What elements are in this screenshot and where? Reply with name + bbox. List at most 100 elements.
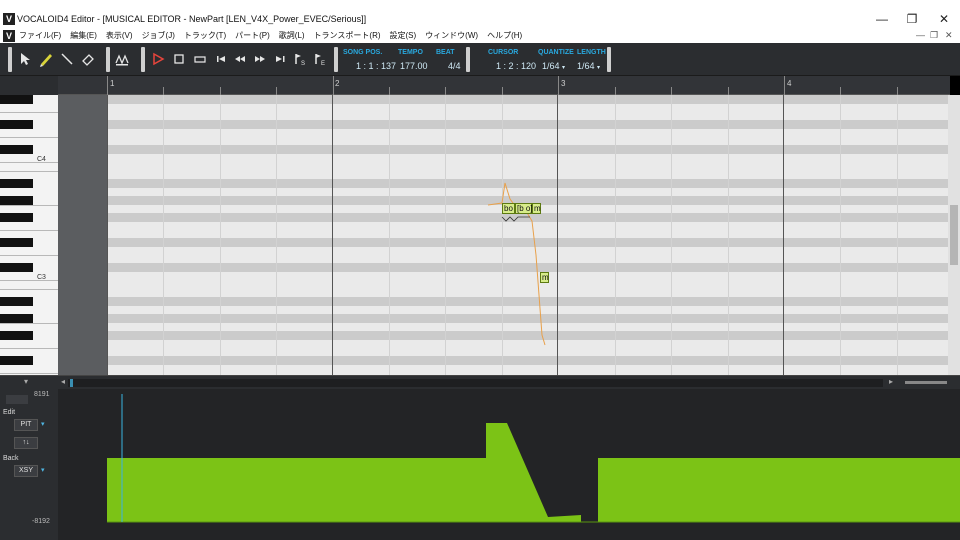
black-key[interactable]	[0, 356, 33, 365]
bar-number: 2	[335, 79, 340, 88]
menu-part[interactable]: パート(P)	[235, 30, 270, 41]
rewind-icon[interactable]	[232, 51, 248, 67]
horizontal-scrollbar-thumb[interactable]	[70, 379, 73, 387]
ruler-tick	[897, 87, 898, 95]
back-label: Back	[3, 455, 19, 462]
key-divider	[0, 205, 58, 206]
arrow-tool-icon[interactable]	[17, 51, 33, 67]
rewind-to-start-icon[interactable]	[213, 51, 229, 67]
measure-ruler[interactable]: 1 2 3 4	[58, 76, 950, 95]
piano-roll-grid[interactable]: bo [b o] m m	[58, 95, 948, 375]
bar-number: 4	[787, 79, 792, 88]
note[interactable]: m	[532, 203, 541, 214]
back-param-select[interactable]: XSY	[14, 465, 38, 477]
black-key[interactable]	[0, 238, 33, 247]
vertical-scrollbar[interactable]	[948, 95, 960, 375]
tempo-value[interactable]: 177.00	[400, 61, 428, 71]
pit-curve-fill	[107, 394, 960, 523]
menu-edit[interactable]: 編集(E)	[70, 30, 97, 41]
mdi-close-button[interactable]: ✕	[945, 30, 953, 41]
note[interactable]: [b o]	[515, 203, 533, 214]
pit-control-track[interactable]	[58, 389, 960, 540]
eraser-tool-icon[interactable]	[80, 51, 96, 67]
pencil-tool-icon[interactable]	[38, 51, 54, 67]
toolbar: S E SONG POS. 1 : 1 : 137 TEMPO 177.00 B…	[0, 43, 960, 76]
menu-window[interactable]: ウィンドウ(W)	[425, 30, 478, 41]
quantize-select[interactable]: 1/64 ▾	[542, 61, 565, 71]
toolbar-grip[interactable]	[466, 47, 470, 72]
key-divider	[0, 112, 58, 113]
end-marker-icon[interactable]: E	[312, 51, 328, 67]
restore-button[interactable]: ❐	[902, 12, 922, 26]
menu-transport[interactable]: トランスポート(R)	[314, 30, 381, 41]
zoom-slider[interactable]	[905, 381, 947, 384]
svg-text:S: S	[301, 61, 305, 67]
black-key[interactable]	[0, 331, 33, 340]
edit-param-select[interactable]: PIT	[14, 419, 38, 431]
start-marker-icon[interactable]: S	[292, 51, 308, 67]
black-key[interactable]	[0, 179, 33, 188]
menu-lyrics[interactable]: 歌詞(L)	[279, 30, 305, 41]
length-label: LENGTH	[577, 49, 606, 56]
vertical-scrollbar-thumb[interactable]	[950, 205, 958, 265]
ruler-tick	[840, 87, 841, 95]
black-key[interactable]	[0, 297, 33, 306]
toolbar-grip[interactable]	[106, 47, 110, 72]
menu-view[interactable]: 表示(V)	[106, 30, 133, 41]
window-title: VOCALOID4 Editor - [MUSICAL EDITOR - New…	[17, 14, 367, 24]
black-key[interactable]	[0, 196, 33, 205]
black-key[interactable]	[0, 213, 33, 222]
menu-job[interactable]: ジョブ(J)	[142, 30, 175, 41]
length-select[interactable]: 1/64 ▾	[577, 61, 600, 71]
chevron-down-icon[interactable]: ▾	[24, 377, 28, 386]
horizontal-scrollbar[interactable]	[68, 379, 883, 387]
ruler-tick	[784, 76, 785, 95]
close-button[interactable]: ✕	[934, 12, 954, 26]
toolbar-grip[interactable]	[334, 47, 338, 72]
vibrato-icon[interactable]	[114, 51, 130, 67]
menu-track[interactable]: トラック(T)	[184, 30, 226, 41]
mdi-minimize-button[interactable]: —	[916, 30, 925, 40]
pitch-curve	[487, 182, 546, 346]
stop-icon[interactable]	[171, 51, 187, 67]
ruler-tick	[163, 87, 164, 95]
menu-settings[interactable]: 設定(S)	[390, 30, 417, 41]
svg-text:E: E	[321, 61, 325, 67]
black-key[interactable]	[0, 314, 33, 323]
black-key[interactable]	[0, 263, 33, 272]
ruler-tick	[445, 87, 446, 95]
swap-params-button[interactable]: ↑↓	[14, 437, 38, 449]
black-key[interactable]	[0, 95, 33, 104]
track-selector[interactable]	[6, 395, 28, 404]
black-key[interactable]	[0, 120, 33, 129]
toolbar-grip[interactable]	[607, 47, 611, 72]
quantize-label: QUANTIZE	[538, 49, 574, 56]
minimize-button[interactable]: —	[872, 12, 892, 26]
menu-file[interactable]: ファイル(F)	[19, 30, 61, 41]
beat-label: BEAT	[436, 49, 455, 56]
control-track-panel: 8191 Edit PIT ▾ ↑↓ Back XSY ▾ -8192	[0, 389, 58, 540]
ruler-corner	[0, 76, 58, 95]
piano-keyboard[interactable]: C4 C3	[0, 95, 58, 375]
note[interactable]: bo	[502, 203, 515, 214]
note[interactable]: m	[540, 272, 549, 283]
menu-help[interactable]: ヘルプ(H)	[487, 30, 522, 41]
fast-forward-icon[interactable]	[252, 51, 268, 67]
chevron-down-icon[interactable]: ▾	[41, 420, 45, 428]
toolbar-grip[interactable]	[8, 47, 12, 72]
loop-icon[interactable]	[192, 51, 208, 67]
document-icon[interactable]: V	[3, 30, 15, 42]
toolbar-grip[interactable]	[141, 47, 145, 72]
mdi-restore-button[interactable]: ❐	[930, 30, 938, 41]
black-key[interactable]	[0, 145, 33, 154]
scroll-right-icon[interactable]: ▸	[889, 377, 893, 386]
play-icon[interactable]	[150, 51, 166, 67]
ruler-tick	[728, 87, 729, 95]
scroll-left-icon[interactable]: ◂	[61, 377, 65, 386]
key-divider	[0, 323, 58, 324]
song-pos-value[interactable]: 1 : 1 : 137	[356, 61, 396, 71]
line-tool-icon[interactable]	[59, 51, 75, 67]
chevron-down-icon[interactable]: ▾	[41, 466, 45, 474]
forward-to-end-icon[interactable]	[272, 51, 288, 67]
beat-value[interactable]: 4/4	[448, 61, 461, 71]
